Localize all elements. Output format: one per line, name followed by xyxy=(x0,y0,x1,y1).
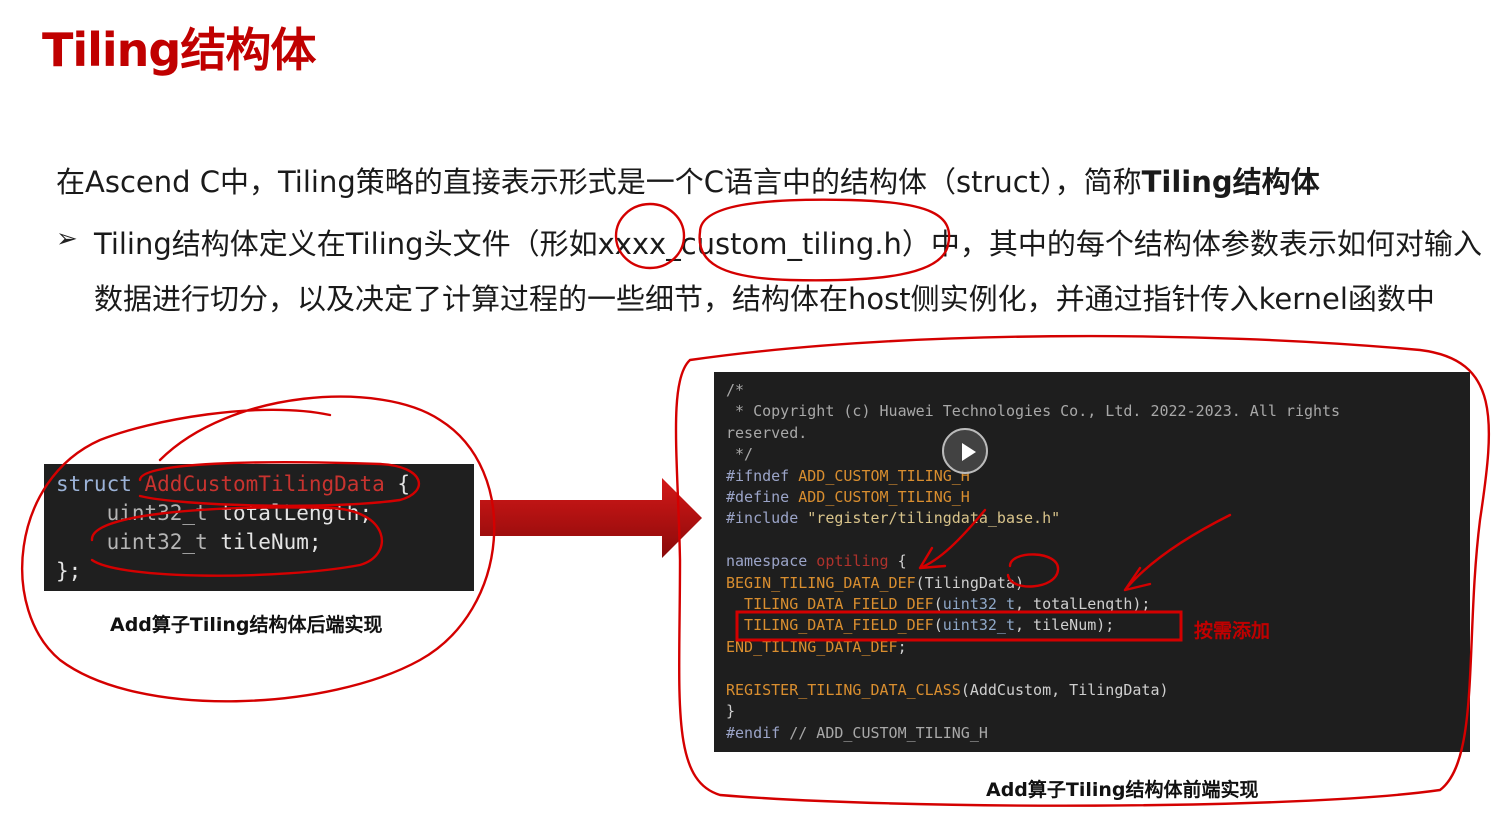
code-type: uint32_t xyxy=(106,530,208,554)
code-namespace-name: optiling xyxy=(807,552,889,571)
code-macro: ADD_CUSTOM_TILING_H xyxy=(789,488,970,507)
code-macro: END_TILING_DATA_DEF xyxy=(726,637,898,656)
code-args: , tileNum); xyxy=(1015,616,1115,635)
code-type: uint32_t xyxy=(106,501,208,525)
frontend-code-block: /* * Copyright (c) Huawei Technologies C… xyxy=(714,372,1470,752)
bullet-arrow-icon: ➢ xyxy=(56,224,78,254)
code-keyword: namespace xyxy=(726,552,808,571)
code-keyword: struct xyxy=(56,472,132,496)
code-comment: */ xyxy=(726,445,754,464)
code-brace: { xyxy=(888,552,907,571)
code-macro: REGISTER_TILING_DATA_CLASS xyxy=(726,680,961,699)
intro-bold: Tiling结构体 xyxy=(1141,165,1320,199)
backend-caption: Add算子Tiling结构体后端实现 xyxy=(110,614,383,636)
code-paren: ( xyxy=(933,616,943,635)
code-directive: #ifndef xyxy=(726,466,790,485)
bullet-text: Tiling结构体定义在Tiling头文件（形如xxxx_custom_tili… xyxy=(94,227,1482,316)
code-string: "register/tilingdata_base.h" xyxy=(798,509,1061,528)
code-comment: * Copyright (c) Huawei Technologies Co.,… xyxy=(726,402,1341,421)
code-args: (TilingData) xyxy=(915,573,1025,592)
code-macro: BEGIN_TILING_DATA_DEF xyxy=(726,573,916,592)
code-comment: /* xyxy=(726,381,745,399)
intro-text: 在Ascend C中，Tiling策略的直接表示形式是一个C语言中的结构体（st… xyxy=(56,165,1142,199)
code-type: uint32_t xyxy=(942,595,1015,614)
code-args: , totalLength); xyxy=(1015,595,1151,614)
frontend-caption: Add算子Tiling结构体前端实现 xyxy=(986,779,1259,801)
code-macro: ADD_CUSTOM_TILING_H xyxy=(789,466,970,485)
code-macro: TILING_DATA_FIELD_DEF xyxy=(726,595,934,614)
code-directive: #endif xyxy=(726,723,781,742)
code-field: totalLength; xyxy=(207,501,373,525)
arrow-right-icon xyxy=(480,478,702,558)
backend-code-block: struct AddCustomTilingData { uint32_t to… xyxy=(44,464,474,591)
annotation-note: 按需添加 xyxy=(1194,620,1271,642)
code-comment: reserved. xyxy=(726,423,808,442)
code-args: (AddCustom, TilingData) xyxy=(960,680,1169,699)
code-close: } xyxy=(726,702,736,721)
code-brace: { xyxy=(384,472,411,496)
code-struct-name: AddCustomTilingData xyxy=(144,472,385,496)
code-field: tileNum; xyxy=(207,530,322,554)
code-directive: #define xyxy=(726,488,790,507)
intro-paragraph: 在Ascend C中，Tiling策略的直接表示形式是一个C语言中的结构体（st… xyxy=(56,162,1320,202)
code-close: }; xyxy=(56,559,82,583)
code-type: uint32_t xyxy=(942,616,1015,635)
code-semicolon: ; xyxy=(897,637,907,656)
code-comment: // ADD_CUSTOM_TILING_H xyxy=(780,723,988,742)
code-directive: #include xyxy=(726,509,799,528)
slide-title: Tiling结构体 xyxy=(42,23,316,77)
code-paren: ( xyxy=(933,595,943,614)
code-macro: TILING_DATA_FIELD_DEF xyxy=(726,616,934,635)
play-icon[interactable] xyxy=(942,428,988,474)
